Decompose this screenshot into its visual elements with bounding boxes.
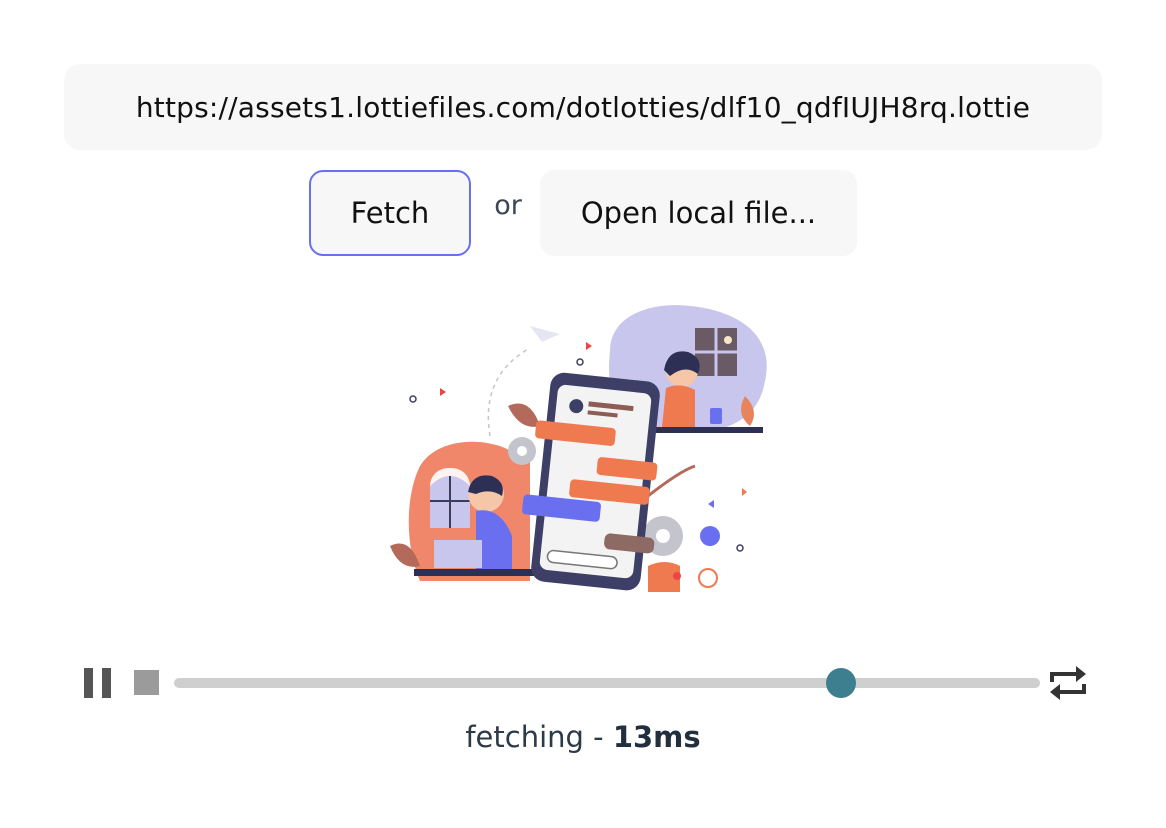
url-text: https://assets1.lottiefiles.com/dotlotti…: [135, 90, 1031, 124]
pause-icon[interactable]: [84, 668, 112, 698]
progress-slider-thumb[interactable]: [825, 668, 856, 698]
status-separator: -: [583, 720, 613, 754]
status-time: 13ms: [612, 720, 701, 754]
player-controls: [80, 660, 1090, 706]
or-separator: or: [494, 190, 522, 221]
stop-icon[interactable]: [134, 670, 159, 695]
status-state: fetching: [465, 720, 584, 754]
progress-slider[interactable]: [174, 668, 1040, 698]
lottie-animation-preview: [390, 305, 767, 592]
open-local-file-button[interactable]: Open local file...: [540, 170, 857, 256]
url-input[interactable]: https://assets1.lottiefiles.com/dotlotti…: [64, 64, 1102, 150]
status-line: fetching - 13ms: [0, 720, 1166, 754]
loop-icon[interactable]: [1046, 662, 1090, 704]
fetch-button[interactable]: Fetch: [309, 170, 471, 256]
